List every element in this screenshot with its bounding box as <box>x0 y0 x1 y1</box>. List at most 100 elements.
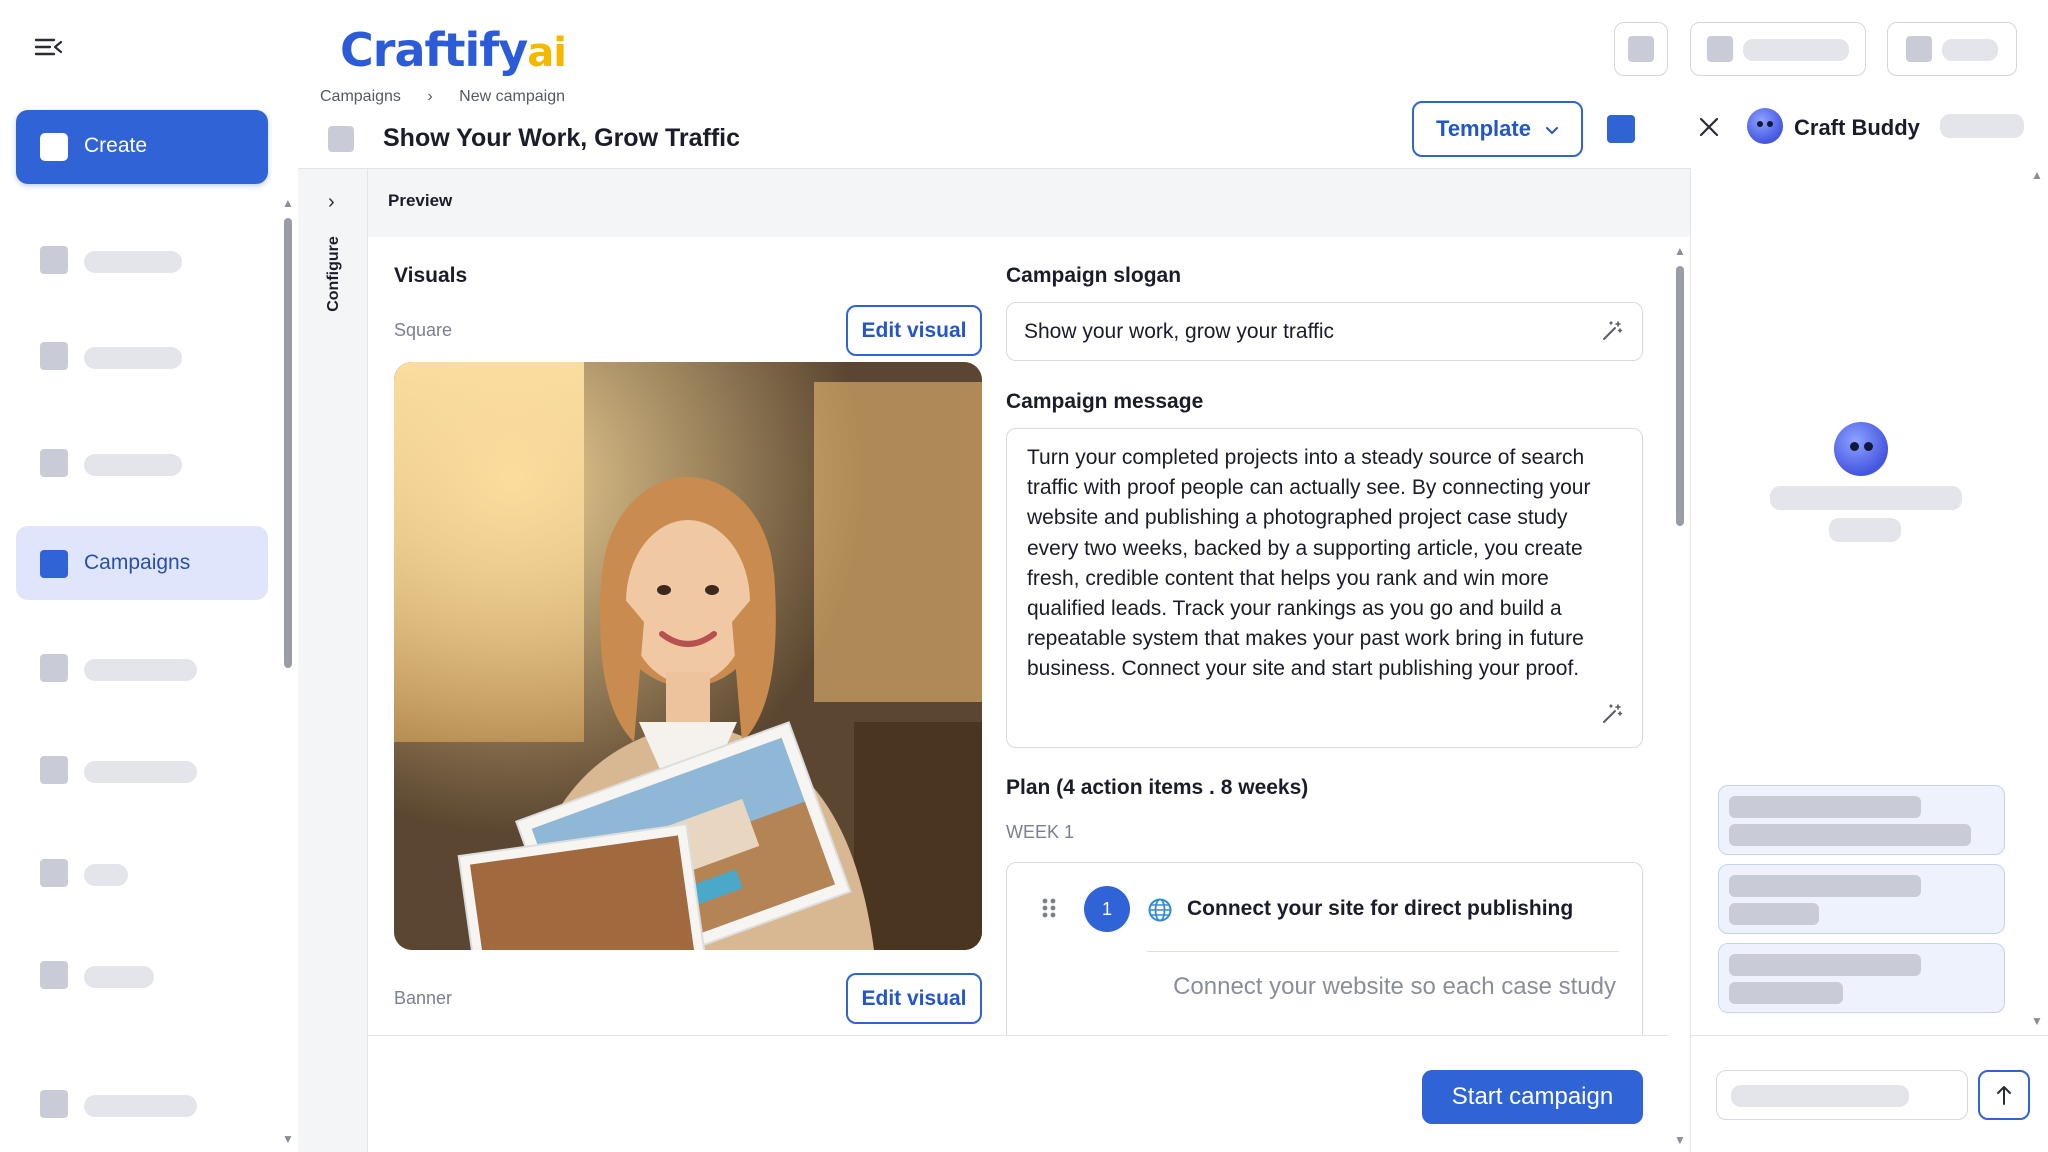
preview-header: Preview <box>368 169 1690 237</box>
sidebar: Create Campaigns ▲ ▼ <box>0 0 298 1152</box>
create-button[interactable]: Create <box>16 110 268 184</box>
blue-square-icon[interactable] <box>1607 115 1635 143</box>
message-value: Turn your completed projects into a stea… <box>1027 446 1591 681</box>
sidebar-item-icon <box>40 1090 68 1118</box>
suggestion-placeholder <box>1729 903 1819 925</box>
breadcrumb-root[interactable]: Campaigns <box>320 88 401 105</box>
sidebar-item-icon <box>40 654 68 682</box>
craft-buddy-large-avatar <box>1834 422 1888 476</box>
sidebar-scroll-up-icon[interactable]: ▲ <box>282 196 294 210</box>
configure-panel[interactable]: › Configure <box>298 169 368 1152</box>
chat-input-placeholder <box>1731 1085 1909 1107</box>
template-dropdown[interactable]: Template <box>1412 101 1583 157</box>
edit-visual-square-button[interactable]: Edit visual <box>846 305 982 356</box>
start-campaign-label: Start campaign <box>1451 1083 1614 1110</box>
avatar-eye-left <box>1757 121 1763 127</box>
action-number: 1 <box>1101 898 1112 919</box>
chat-panel-divider <box>1690 168 1691 1152</box>
close-icon[interactable] <box>1698 116 1720 138</box>
globe-icon <box>1147 897 1173 928</box>
suggestion-placeholder <box>1729 875 1921 897</box>
chat-scroll-down-icon[interactable]: ▼ <box>2031 1014 2043 1028</box>
action-divider <box>1147 951 1619 952</box>
preview-footer-divider <box>368 1035 1668 1036</box>
sidebar-item-8[interactable] <box>16 937 268 1009</box>
preview-scrollbar[interactable] <box>1676 266 1684 526</box>
message-field[interactable]: Turn your completed projects into a stea… <box>1006 428 1643 748</box>
suggestion-card[interactable] <box>1718 864 2005 934</box>
edit-visual-label: Edit visual <box>861 318 967 342</box>
edit-visual-banner-button[interactable]: Edit visual <box>846 973 982 1024</box>
campaigns-label: Campaigns <box>84 551 191 574</box>
breadcrumb-current: New campaign <box>459 88 565 105</box>
avatar-eye-right <box>1767 121 1773 127</box>
chat-footer-divider <box>1691 1035 2048 1036</box>
magic-wand-icon[interactable] <box>1600 319 1624 348</box>
header-icon-button[interactable] <box>1614 22 1668 76</box>
preview-title: Preview <box>388 191 453 210</box>
action-desc: Connect your website so each case study <box>1173 973 1616 1000</box>
sidebar-item-icon <box>40 961 68 989</box>
sidebar-item-campaigns[interactable]: Campaigns <box>16 526 268 600</box>
craft-buddy-avatar <box>1747 108 1783 144</box>
suggestion-card[interactable] <box>1718 943 2005 1013</box>
sidebar-item-placeholder <box>84 347 182 369</box>
header-menu-button-2[interactable] <box>1887 22 2017 76</box>
logo-main: Craftify <box>340 23 528 77</box>
chat-title: Craft Buddy <box>1794 115 1920 140</box>
chevron-right-icon[interactable]: › <box>328 191 335 214</box>
header-menu-button-1[interactable] <box>1690 22 1866 76</box>
chevron-right-icon: › <box>427 88 433 105</box>
preview-scroll-down-icon[interactable]: ▼ <box>1674 1133 1686 1147</box>
sidebar-scroll-down-icon[interactable]: ▼ <box>282 1132 294 1146</box>
start-campaign-button[interactable]: Start campaign <box>1422 1070 1643 1124</box>
slogan-title: Campaign slogan <box>1006 264 1182 287</box>
send-button[interactable] <box>1978 1070 2030 1120</box>
sidebar-item-7[interactable] <box>16 835 268 907</box>
week-label: WEEK 1 <box>1006 822 1075 842</box>
sidebar-item-9[interactable] <box>16 1066 268 1138</box>
sidebar-item-icon <box>40 859 68 887</box>
sidebar-item-6[interactable] <box>16 732 268 804</box>
logo: Craftifyai <box>340 18 567 85</box>
menu-collapse-icon[interactable] <box>34 36 64 58</box>
action-item-card[interactable]: 1 Connect your site for direct publishin… <box>1006 862 1643 1036</box>
sidebar-item-placeholder <box>84 864 128 886</box>
banner-label: Banner <box>394 988 453 1008</box>
breadcrumb: Campaigns › New campaign <box>320 88 565 106</box>
sidebar-item-icon <box>40 449 68 477</box>
template-label: Template <box>1436 116 1531 141</box>
edit-visual-label: Edit visual <box>861 986 967 1010</box>
preview-scroll-up-icon[interactable]: ▲ <box>1674 244 1686 258</box>
sidebar-item-icon <box>40 756 68 784</box>
create-label: Create <box>84 134 148 157</box>
chat-input[interactable] <box>1716 1070 1968 1120</box>
chevron-down-icon <box>1545 116 1559 142</box>
sidebar-item-5[interactable] <box>16 630 268 702</box>
chat-scroll-up-icon[interactable]: ▲ <box>2031 168 2043 182</box>
suggestion-placeholder <box>1729 954 1921 976</box>
sidebar-scrollbar[interactable] <box>284 218 292 668</box>
sidebar-item-placeholder <box>84 1095 197 1117</box>
drag-handle-icon[interactable] <box>1041 897 1057 924</box>
placeholder-text <box>1743 39 1849 61</box>
sidebar-item-placeholder <box>84 761 197 783</box>
plan-title: Plan (4 action items . 8 weeks) <box>1006 776 1309 799</box>
suggestion-placeholder <box>1729 982 1843 1004</box>
slogan-value: Show your work, grow your traffic <box>1024 320 1335 343</box>
sidebar-item-2[interactable] <box>16 318 268 390</box>
placeholder-text <box>1942 39 1998 61</box>
page-title: Show Your Work, Grow Traffic <box>383 124 740 152</box>
suggestion-placeholder <box>1729 824 1971 846</box>
arrow-up-icon <box>1997 1086 2011 1105</box>
sidebar-item-3[interactable] <box>16 425 268 497</box>
square-visual-image[interactable] <box>394 362 982 950</box>
magic-wand-icon[interactable] <box>1600 702 1624 731</box>
sidebar-item-placeholder <box>84 966 154 988</box>
square-label: Square <box>394 320 453 340</box>
slogan-field[interactable]: Show your work, grow your traffic <box>1006 302 1643 361</box>
sidebar-item-1[interactable] <box>16 222 268 294</box>
chat-intro-placeholder <box>1829 518 1901 542</box>
suggestion-card[interactable] <box>1718 785 2005 855</box>
sidebar-item-placeholder <box>84 454 182 476</box>
